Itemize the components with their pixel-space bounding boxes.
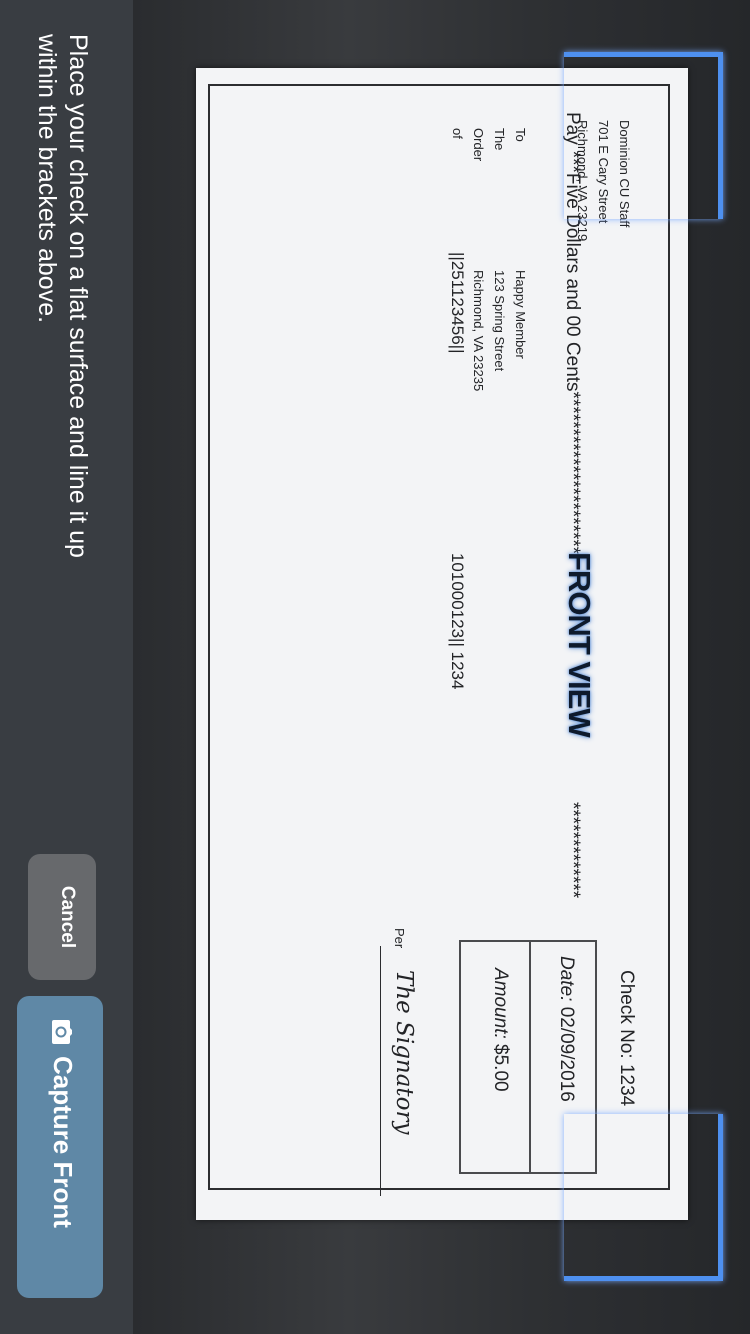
micr-line: ||251123456|| 101000123|| 1234 [447, 252, 467, 689]
check-number: Check No: 1234 [615, 970, 637, 1106]
check-content: Dominion CU Staff 701 E Cary Street Rich… [213, 90, 643, 1196]
capture-screen: Place your check on a flat surface and l… [0, 0, 750, 1334]
amount-label: Amount: [490, 968, 511, 1039]
to-the-order-of: To The Order of [447, 128, 531, 161]
date-value: 02/09/2016 [556, 1006, 577, 1102]
capture-button-label: Capture Front [48, 1056, 78, 1228]
cancel-button-label: Cancel [57, 885, 78, 949]
check-no-value: 1234 [616, 1063, 637, 1107]
payee-city: Richmond, VA 23235 [471, 270, 486, 392]
routing-number: 101000123|| 1234 [448, 552, 467, 690]
bottom-corner-bracket [564, 1114, 723, 1281]
amount-value: $5.00 [490, 1044, 511, 1092]
check-image: Dominion CU Staff 701 E Cary Street Rich… [196, 68, 688, 1220]
instructions-text: Place your check on a flat surface and l… [33, 34, 92, 558]
the-label: The [492, 128, 507, 151]
payee-street: 123 Spring Street [492, 270, 507, 372]
camera-icon [41, 1020, 81, 1044]
amount-field: Amount: $5.00 [489, 968, 511, 1092]
pay-line-tail: ************* [562, 802, 583, 899]
account-number: ||251123456|| [448, 252, 467, 354]
payee-address: Happy Member 123 Spring Street Richmond,… [468, 270, 531, 391]
per-label: Per [392, 928, 407, 949]
box-divider [529, 942, 531, 1172]
signature-line [380, 946, 381, 1196]
payee-name: Happy Member [513, 270, 528, 359]
cancel-button[interactable]: Cancel [28, 854, 96, 980]
front-view-overlay: FRONT VIEW [562, 552, 597, 737]
date-field: Date: 02/09/2016 [555, 956, 577, 1102]
check-no-label: Check No: [616, 970, 637, 1059]
control-panel: Place your check on a flat surface and l… [0, 0, 133, 1334]
capture-front-button[interactable]: Capture Front [17, 996, 103, 1298]
of-label: of [450, 128, 465, 139]
signature: The Signatory [391, 970, 417, 1135]
to-label: To [513, 128, 528, 142]
order-label: Order [471, 128, 486, 162]
date-label: Date: [556, 956, 577, 1002]
top-corner-bracket [564, 52, 723, 219]
capture-button-content: Capture Front [41, 1020, 83, 1280]
